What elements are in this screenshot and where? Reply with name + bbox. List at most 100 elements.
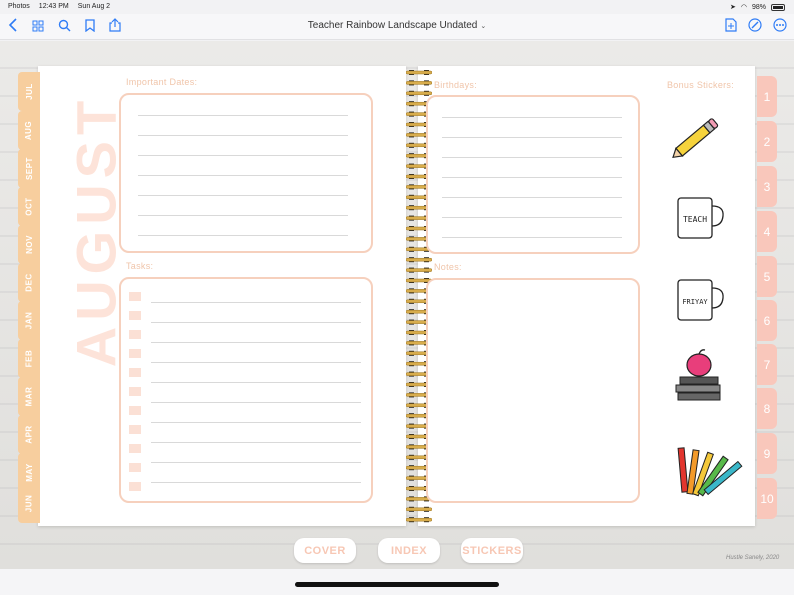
notes-box[interactable] [426, 278, 640, 503]
tab-page-7[interactable]: 7 [757, 344, 777, 385]
home-indicator[interactable] [295, 582, 499, 587]
tab-nov[interactable]: NOV [18, 225, 40, 264]
tab-jan[interactable]: JAN [18, 301, 40, 340]
cover-button[interactable]: COVER [294, 538, 356, 563]
birthdays-line [442, 117, 622, 118]
important-dates-box[interactable] [119, 93, 373, 253]
task-checkbox[interactable] [129, 292, 141, 301]
tab-jun[interactable]: JUN [18, 484, 40, 523]
task-line [151, 362, 361, 363]
spiral-coil [405, 257, 433, 262]
add-page-icon[interactable] [722, 18, 740, 36]
task-checkbox[interactable] [129, 482, 141, 491]
tab-page-6-label: 6 [763, 313, 771, 328]
tab-jul[interactable]: JUL [18, 72, 40, 111]
tab-page-10[interactable]: 10 [757, 478, 777, 519]
tab-apr[interactable]: APR [18, 415, 40, 454]
important-dates-line [138, 175, 348, 176]
task-checkbox[interactable] [129, 330, 141, 339]
tab-feb[interactable]: FEB [18, 339, 40, 378]
task-line [151, 402, 361, 403]
tab-page-3[interactable]: 3 [757, 166, 777, 207]
task-checkbox[interactable] [129, 311, 141, 320]
tab-oct[interactable]: OCT [18, 187, 40, 226]
tab-page-4[interactable]: 4 [757, 211, 777, 252]
wifi-icon: ◠ [740, 4, 747, 11]
tab-aug[interactable]: AUG [18, 111, 40, 150]
tab-page-6[interactable]: 6 [757, 300, 777, 341]
notes-label: Notes: [434, 262, 462, 272]
important-dates-line [138, 135, 348, 136]
apple-books-sticker[interactable] [672, 348, 726, 415]
task-line [151, 322, 361, 323]
tab-page-1[interactable]: 1 [757, 76, 777, 117]
stickers-button[interactable]: STICKERS [461, 538, 523, 563]
birthdays-line [442, 237, 622, 238]
more-icon[interactable] [771, 18, 789, 36]
tasks-box[interactable] [119, 277, 373, 503]
tab-page-8[interactable]: 8 [757, 388, 777, 429]
document-title[interactable]: Teacher Rainbow Landscape Undated ⌄ [0, 20, 794, 31]
tab-dec-label: DEC [24, 273, 34, 292]
toolbar: Teacher Rainbow Landscape Undated ⌄ [0, 14, 794, 40]
mug-teach-sticker[interactable]: TEACH [674, 194, 726, 247]
tab-page-10-label: 10 [760, 491, 774, 506]
spiral-coil [405, 81, 433, 85]
task-checkbox[interactable] [129, 368, 141, 377]
mug-teach-text: TEACH [683, 215, 707, 224]
tab-page-3-label: 3 [763, 179, 771, 194]
tab-page-9[interactable]: 9 [757, 433, 777, 474]
task-checkbox[interactable] [129, 406, 141, 415]
tab-page-9-label: 9 [763, 446, 771, 461]
task-line [151, 462, 361, 463]
document-title-text: Teacher Rainbow Landscape Undated [307, 20, 478, 31]
birthdays-line [442, 197, 622, 198]
bonus-stickers-label: Bonus Stickers: [667, 80, 735, 90]
status-date: Sun Aug 2 [77, 3, 111, 10]
tab-mar[interactable]: MAR [18, 377, 40, 416]
important-dates-line [138, 115, 348, 116]
month-title: AUGUST [65, 66, 128, 396]
planner-spread: JUL AUG SEPT OCT NOV DEC JAN FEB MAR APR… [18, 66, 777, 526]
task-checkbox[interactable] [129, 387, 141, 396]
pencil-sticker[interactable] [668, 110, 724, 171]
tab-page-8-label: 8 [763, 401, 771, 416]
spiral-coil [405, 70, 433, 75]
tab-page-7-label: 7 [763, 357, 771, 372]
task-checkbox[interactable] [129, 444, 141, 453]
birthdays-box[interactable] [426, 95, 640, 254]
tab-sept-label: SEPT [24, 157, 34, 180]
task-line [151, 482, 361, 483]
location-icon: ➤ [730, 4, 736, 11]
task-checkbox[interactable] [129, 425, 141, 434]
task-line [151, 382, 361, 383]
tab-page-5[interactable]: 5 [757, 256, 777, 297]
tab-page-1-label: 1 [763, 89, 771, 104]
birthdays-line [442, 217, 622, 218]
status-bar: Photos 12:43 PM Sun Aug 2 ➤ ◠ 98% [0, 0, 794, 14]
task-line [151, 442, 361, 443]
pen-icon[interactable] [746, 18, 764, 36]
task-line [151, 422, 361, 423]
tab-mar-label: MAR [24, 386, 34, 407]
markers-sticker[interactable] [674, 440, 744, 507]
spiral-coil [405, 91, 433, 96]
tab-jul-label: JUL [24, 83, 34, 100]
tab-page-2-label: 2 [763, 134, 771, 149]
task-checkbox[interactable] [129, 349, 141, 358]
index-button[interactable]: INDEX [378, 538, 440, 563]
task-checkbox[interactable] [129, 463, 141, 472]
chevron-down-icon: ⌄ [480, 23, 487, 30]
mug-friday-sticker[interactable]: FRIYAY [674, 276, 726, 329]
status-time: 12:43 PM [38, 3, 69, 10]
task-line [151, 342, 361, 343]
birthdays-label: Birthdays: [434, 80, 478, 90]
tab-oct-label: OCT [24, 197, 34, 216]
tab-jan-label: JAN [24, 311, 34, 330]
tab-dec[interactable]: DEC [18, 263, 40, 302]
tab-page-2[interactable]: 2 [757, 121, 777, 162]
tab-page-5-label: 5 [763, 269, 771, 284]
spiral-coil [405, 507, 433, 512]
tab-sept[interactable]: SEPT [18, 149, 40, 188]
mug-friday-text: FRIYAY [682, 298, 708, 306]
